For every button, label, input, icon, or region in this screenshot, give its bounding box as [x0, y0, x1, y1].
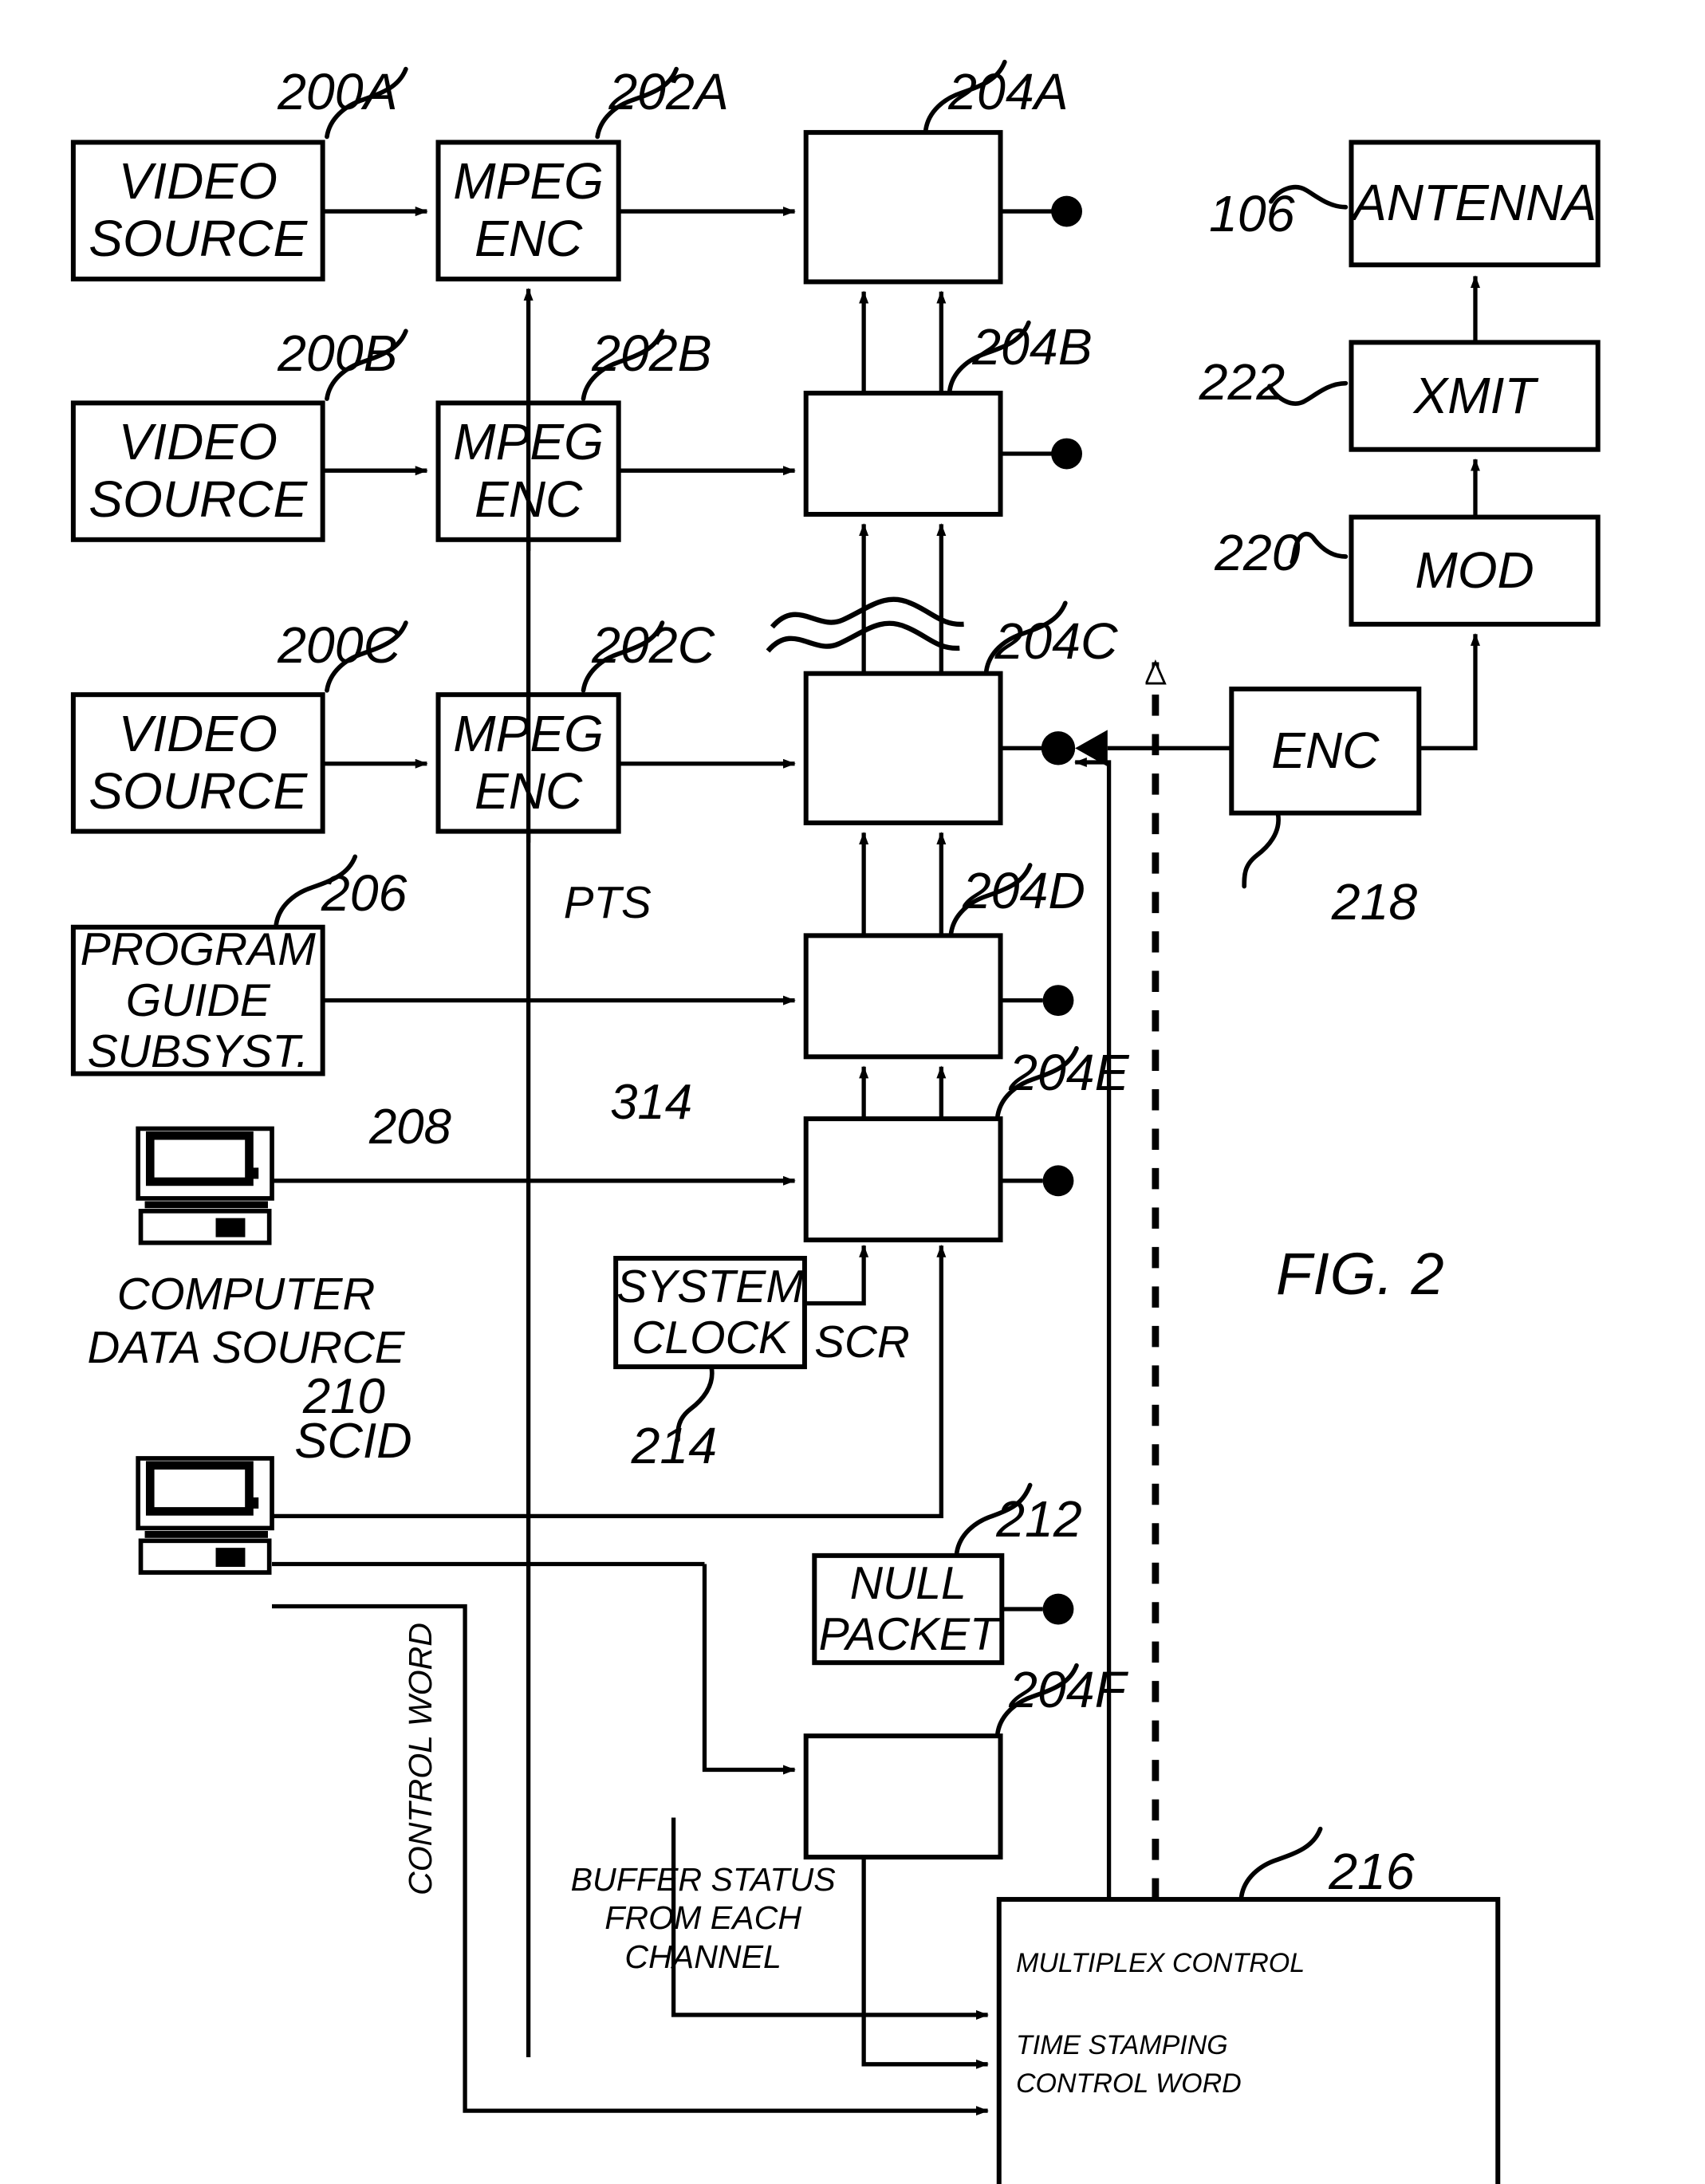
figure-caption: FIG. 2 [1276, 1241, 1445, 1307]
null-packet-reference-number: 212 [996, 1489, 1082, 1548]
computer-data-source-label: COMPUTER DATA SOURCE [87, 1269, 405, 1373]
ref-208: 208 [368, 1100, 451, 1155]
scr-label: SCR [814, 1316, 910, 1367]
xmit-reference-number: 222 [1199, 352, 1286, 411]
mpeg-enc-c-reference-number: 202C [592, 616, 715, 675]
mpeg-enc-b-reference-number: 202B [592, 325, 712, 383]
diagram-vector-layer [70, 59, 1601, 2184]
multiplex-control-reference-number: 216 [1329, 1842, 1415, 1900]
video-source-b-reference-number: 200B [278, 325, 398, 383]
computer-data-source-wiring [272, 1165, 1074, 1197]
multiplex-control-leader-line [1238, 1826, 1323, 1899]
computer-data-source-icon [136, 1126, 274, 1245]
video-source-c-reference-number: 200C [278, 616, 401, 675]
null-packet-wiring [1002, 1593, 1074, 1625]
mux-stage-f-reference-number: 204F [1009, 1660, 1126, 1718]
stage-chain-arrows [859, 290, 947, 1120]
multiplex-feedback-wiring [1073, 757, 1112, 1900]
pts-label: PTS [563, 877, 652, 928]
mux-stage-e-reference-number: 204E [1009, 1043, 1129, 1101]
ref-314: 314 [610, 1074, 693, 1130]
ref-210: 210 [302, 1368, 385, 1424]
patent-figure-canvas: VIDEO SOURCE 200A MPEG ENC 202A 204A VIDEO SO… [0, 0, 1705, 2184]
enc-to-mod-wiring [1419, 632, 1480, 750]
mpeg-enc-a-reference-number: 202A [608, 62, 729, 120]
buffer-status-label: BUFFER STATUS FROM EACH CHANNEL [570, 1860, 836, 1975]
mux-stage-c-reference-number: 204C [994, 612, 1118, 670]
program-guide-wiring [322, 985, 1074, 1017]
enc-leader-line [1242, 812, 1281, 889]
system-clock-wiring [804, 1244, 869, 1306]
stage-f-wiring [861, 1857, 989, 2069]
program-guide-subsystem-reference-number: 206 [321, 864, 408, 923]
enc-reference-number: 218 [1331, 872, 1418, 931]
system-clock-reference-number: 214 [631, 1416, 718, 1474]
control-word-label: CONTROL WORD [401, 1622, 439, 1895]
scid-computer-icon [136, 1456, 274, 1575]
mod-reference-number: 220 [1215, 523, 1301, 581]
mux-stage-a-reference-number: 204A [948, 62, 1069, 120]
video-source-a-reference-number: 200A [278, 62, 398, 120]
antenna-reference-number: 106 [1209, 185, 1295, 243]
mux-stage-b-reference-number: 204B [972, 317, 1093, 376]
mux-stage-d-reference-number: 204D [962, 861, 1085, 919]
